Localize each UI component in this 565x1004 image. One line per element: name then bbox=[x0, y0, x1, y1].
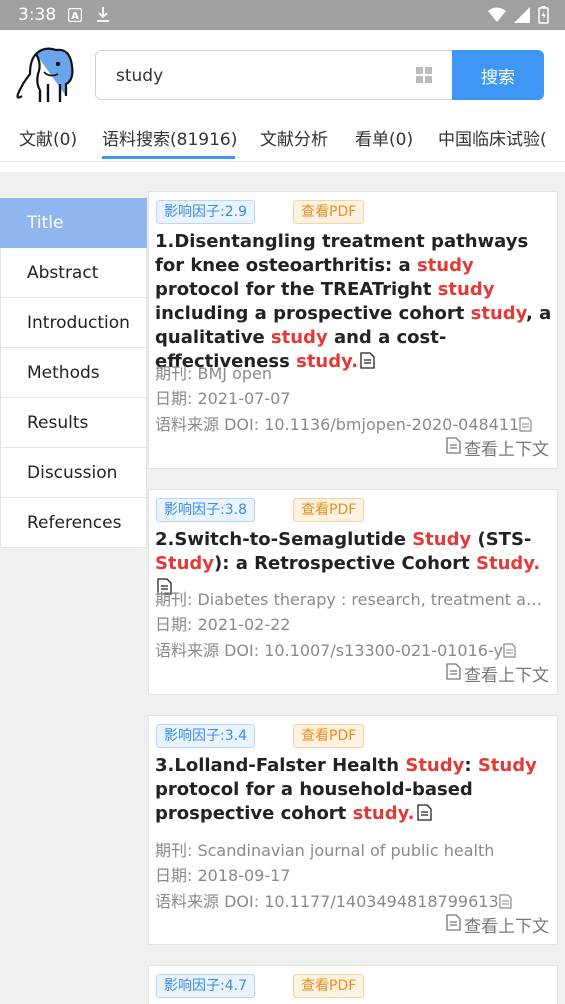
view-pdf-button[interactable]: 查看PDF bbox=[293, 724, 365, 748]
date-text: 日期: 2021-07-07 bbox=[155, 389, 291, 408]
journal-text: 期刊: Diabetes therapy : research, treatme… bbox=[155, 590, 551, 609]
tab-reading-list[interactable]: 看单(0) bbox=[355, 125, 413, 150]
document-icon bbox=[446, 662, 461, 685]
highlighted-keyword: study. bbox=[352, 803, 415, 824]
title-text: protocol for the TREATright bbox=[155, 279, 438, 300]
impact-factor-badge: 影响因子:3.4 bbox=[156, 724, 255, 748]
impact-factor-badge: 影响因子:3.8 bbox=[156, 498, 255, 522]
divider bbox=[0, 161, 565, 162]
highlighted-keyword: Study bbox=[155, 553, 215, 574]
doi-text: 语料来源 DOI: 10.1007/s13300-021-01016-y bbox=[155, 641, 503, 660]
document-icon bbox=[446, 913, 461, 936]
view-context-button[interactable]: 查看上下文 bbox=[446, 912, 549, 937]
result-card: 影响因子:3.8 查看PDF 2.Switch-to-Semaglutide S… bbox=[148, 489, 558, 695]
view-pdf-button[interactable]: 查看PDF bbox=[293, 200, 365, 224]
title-text: 3.Lolland-Falster Health bbox=[155, 755, 406, 776]
view-context-button[interactable]: 查看上下文 bbox=[446, 661, 549, 686]
highlighted-keyword: Study bbox=[477, 755, 537, 776]
elephant-logo[interactable] bbox=[14, 44, 78, 104]
highlighted-keyword: study bbox=[437, 279, 495, 300]
result-title[interactable]: 3.Lolland-Falster Health Study: Study pr… bbox=[155, 754, 553, 828]
view-context-label: 查看上下文 bbox=[464, 666, 549, 686]
grid-icon[interactable] bbox=[416, 67, 432, 83]
sidebar-item-abstract[interactable]: Abstract bbox=[0, 248, 147, 298]
section-sidebar: Title Abstract Introduction Methods Resu… bbox=[0, 198, 147, 548]
sidebar-item-results[interactable]: Results bbox=[0, 398, 147, 448]
active-tab-indicator bbox=[102, 156, 235, 159]
highlighted-keyword: Study bbox=[405, 755, 465, 776]
journal-text: 期刊: Scandinavian journal of public healt… bbox=[155, 841, 495, 860]
tab-literature-analysis[interactable]: 文献分析 bbox=[260, 125, 328, 150]
header: 搜索 bbox=[0, 30, 565, 120]
document-icon bbox=[415, 804, 432, 828]
sidebar-item-references[interactable]: References bbox=[0, 498, 147, 548]
highlighted-keyword: study bbox=[416, 255, 474, 276]
result-card: 影响因子:3.4 查看PDF 3.Lolland-Falster Health … bbox=[148, 715, 558, 945]
doi-text: 语料来源 DOI: 10.1136/bmjopen-2020-048411 bbox=[155, 415, 520, 434]
view-context-button[interactable]: 查看上下文 bbox=[446, 435, 549, 460]
wifi-icon bbox=[488, 7, 506, 27]
tab-china-clinical-trials[interactable]: 中国临床试验( bbox=[438, 125, 547, 150]
tab-corpus-search[interactable]: 语料搜索(81916) bbox=[102, 125, 237, 150]
title-text: 2.Switch-to-Semaglutide bbox=[155, 529, 413, 550]
title-text: ): a Retrospective Cohort bbox=[214, 553, 476, 574]
keyboard-indicator-icon: A bbox=[67, 7, 83, 26]
view-pdf-button[interactable]: 查看PDF bbox=[293, 974, 365, 998]
svg-text:A: A bbox=[71, 11, 79, 22]
download-icon bbox=[96, 6, 110, 26]
title-text: (STS- bbox=[471, 529, 532, 550]
view-context-label: 查看上下文 bbox=[464, 440, 549, 460]
sidebar-item-title[interactable]: Title bbox=[0, 198, 147, 248]
highlighted-keyword: Study bbox=[412, 529, 472, 550]
search-button[interactable]: 搜索 bbox=[452, 50, 544, 100]
impact-factor-badge: 影响因子:4.7 bbox=[156, 974, 255, 998]
title-text: : bbox=[464, 755, 478, 776]
title-text: including a prospective cohort bbox=[155, 303, 471, 324]
result-card: 影响因子:4.7 查看PDF bbox=[148, 965, 558, 1004]
signal-icon bbox=[514, 7, 530, 27]
search-box: 搜索 bbox=[95, 50, 544, 100]
result-card: 影响因子:2.9 查看PDF 1.Disentangling treatment… bbox=[148, 191, 558, 469]
impact-factor-badge: 影响因子:2.9 bbox=[156, 200, 255, 224]
sidebar-item-methods[interactable]: Methods bbox=[0, 348, 147, 398]
highlighted-keyword: study bbox=[270, 327, 328, 348]
journal-text: 期刊: BMJ open bbox=[155, 364, 272, 383]
result-title[interactable]: 1.Disentangling treatment pathways for k… bbox=[155, 230, 553, 376]
tab-literature[interactable]: 文献(0) bbox=[19, 125, 77, 150]
status-bar: 3:38 A bbox=[0, 0, 565, 30]
battery-icon bbox=[538, 6, 549, 28]
view-context-label: 查看上下文 bbox=[464, 917, 549, 937]
date-text: 日期: 2018-09-17 bbox=[155, 866, 291, 885]
tab-bar: 文献(0) 语料搜索(81916) 文献分析 看单(0) 中国临床试验( bbox=[0, 120, 565, 172]
doi-text: 语料来源 DOI: 10.1177/1403494818799613 bbox=[155, 892, 499, 911]
status-time: 3:38 bbox=[18, 5, 57, 25]
document-icon bbox=[446, 436, 461, 459]
highlighted-keyword: study bbox=[470, 303, 526, 324]
view-pdf-button[interactable]: 查看PDF bbox=[293, 498, 365, 522]
search-input[interactable] bbox=[116, 64, 396, 88]
highlighted-keyword: Study. bbox=[476, 553, 541, 574]
sidebar-item-discussion[interactable]: Discussion bbox=[0, 448, 147, 498]
date-text: 日期: 2021-02-22 bbox=[155, 615, 291, 634]
sidebar-item-introduction[interactable]: Introduction bbox=[0, 298, 147, 348]
